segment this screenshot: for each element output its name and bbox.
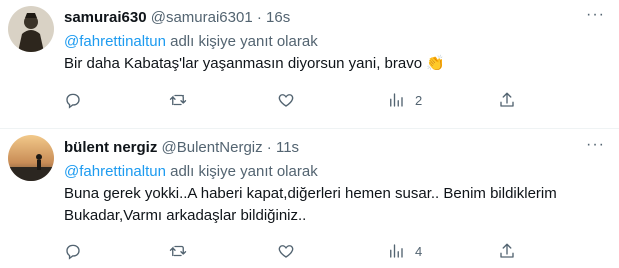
reply-icon [66, 93, 80, 109]
separator: · [256, 9, 262, 26]
retweet-icon [169, 94, 187, 106]
reply-context: @fahrettinaltun adlı kişiye yanıt olarak [64, 33, 318, 51]
views-icon [390, 244, 403, 258]
tweet-text: Bir daha Kabataş'lar yaşanmasın diyorsun… [64, 55, 445, 72]
tweet-text-line-2: Bukadar,Varmı arkadaşlar bildiğiniz.. [64, 207, 307, 224]
reply-mention-link[interactable]: @fahrettinaltun [64, 33, 166, 50]
action-bar: 4 [64, 240, 524, 264]
reply-icon [66, 244, 80, 260]
share-button[interactable] [498, 89, 516, 111]
author-name[interactable]: bülent nergiz [64, 139, 157, 156]
retweet-button[interactable] [169, 89, 187, 111]
more-dots-icon[interactable]: ··· [586, 136, 605, 154]
like-button[interactable] [277, 89, 295, 111]
avatar[interactable] [8, 135, 54, 181]
share-icon [500, 243, 514, 258]
views-icon [390, 93, 403, 107]
like-icon [278, 245, 294, 258]
action-bar: 2 [64, 89, 524, 113]
author-name[interactable]: samurai630 [64, 9, 147, 26]
like-button[interactable] [277, 240, 295, 262]
tweet-2[interactable]: bülent nergiz @BulentNergiz · 11s ··· @f… [0, 129, 619, 268]
author-handle[interactable]: @BulentNergiz [162, 139, 263, 156]
views-count: 2 [415, 92, 423, 108]
share-icon [500, 92, 514, 107]
reply-button[interactable] [64, 240, 82, 262]
reply-context-text: adlı kişiye yanıt olarak [165, 163, 318, 180]
views-count: 4 [415, 243, 423, 259]
views-button[interactable]: 2 [387, 89, 422, 111]
timestamp[interactable]: 11s [276, 139, 299, 156]
tweet-header: samurai630 @samurai6301 · 16s [64, 9, 290, 27]
author-handle[interactable]: @samurai6301 [151, 9, 253, 26]
reply-button[interactable] [64, 89, 82, 111]
tweet-1[interactable]: samurai630 @samurai6301 · 16s ··· @fahre… [0, 0, 619, 129]
tweet-header: bülent nergiz @BulentNergiz · 11s [64, 139, 299, 157]
more-dots-icon[interactable]: ··· [586, 6, 605, 24]
reply-context: @fahrettinaltun adlı kişiye yanıt olarak [64, 163, 318, 181]
separator: · [266, 139, 272, 156]
reply-context-text: adlı kişiye yanıt olarak [165, 33, 318, 50]
share-button[interactable] [498, 240, 516, 262]
avatar[interactable] [8, 6, 54, 52]
reply-mention-link[interactable]: @fahrettinaltun [64, 163, 166, 180]
views-button[interactable]: 4 [387, 240, 422, 262]
tweet-text-line-1: Buna gerek yokki..A haberi kapat,diğerle… [64, 185, 557, 202]
timestamp[interactable]: 16s [266, 9, 290, 26]
retweet-icon [169, 245, 187, 257]
retweet-button[interactable] [169, 240, 187, 262]
like-icon [278, 94, 294, 107]
